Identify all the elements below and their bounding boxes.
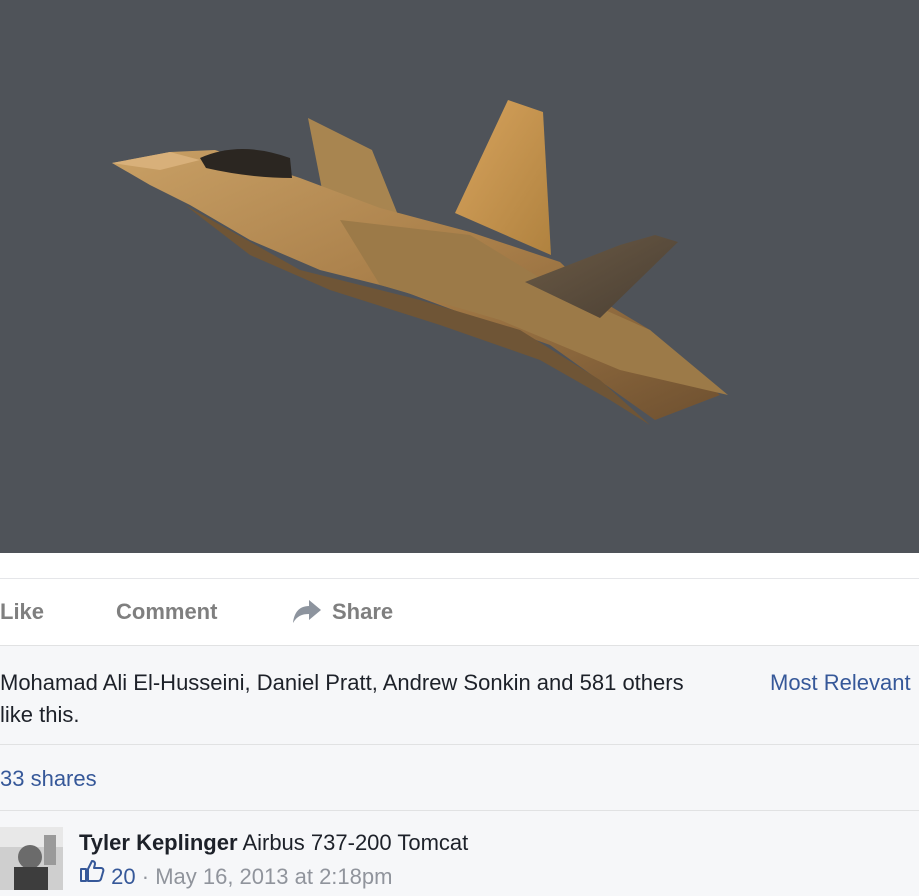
share-button[interactable]: Share [292, 579, 393, 645]
user-avatar-icon [0, 827, 63, 890]
share-button-label: Share [332, 599, 394, 624]
share-arrow-icon [293, 600, 321, 624]
likes-summary: Mohamad Ali El-Husseini, Daniel Pratt, A… [0, 646, 919, 745]
thumbs-up-icon [79, 859, 105, 892]
comment-sort-dropdown[interactable]: Most Relevant [770, 667, 911, 699]
comment-button-label: Comment [116, 599, 218, 624]
post-photo[interactable] [0, 0, 919, 553]
avatar[interactable] [0, 827, 63, 890]
like-button-label: Like [0, 599, 45, 624]
photo-spacer [0, 553, 919, 578]
like-button[interactable]: Like [0, 579, 44, 645]
likes-sentence[interactable]: Mohamad Ali El-Husseini, Daniel Pratt, A… [0, 667, 700, 731]
comment-text: Airbus 737-200 Tomcat [242, 830, 469, 855]
meta-separator: · [141, 864, 150, 889]
comment-body: Tyler Keplinger Airbus 737-200 Tomcat [79, 827, 468, 859]
comment-timestamp[interactable]: May 16, 2013 at 2:18pm [155, 864, 392, 889]
shares-summary: 33 shares [0, 745, 919, 811]
comment-item: Tyler Keplinger Airbus 737-200 Tomcat 20… [0, 811, 919, 896]
comment-like-count[interactable]: 20 [111, 864, 135, 889]
comment-meta: 20 · May 16, 2013 at 2:18pm [79, 859, 392, 895]
comment-author-link[interactable]: Tyler Keplinger [79, 830, 238, 855]
comment-button[interactable]: Comment [116, 579, 217, 645]
fighter-jet-photo [0, 0, 919, 553]
post-action-bar: Like Comment Share [0, 578, 919, 646]
shares-link[interactable]: 33 shares [0, 763, 97, 795]
post: Like Comment Share Mohamad Ali El-Hussei… [0, 0, 919, 896]
feedback-section: Mohamad Ali El-Husseini, Daniel Pratt, A… [0, 646, 919, 896]
